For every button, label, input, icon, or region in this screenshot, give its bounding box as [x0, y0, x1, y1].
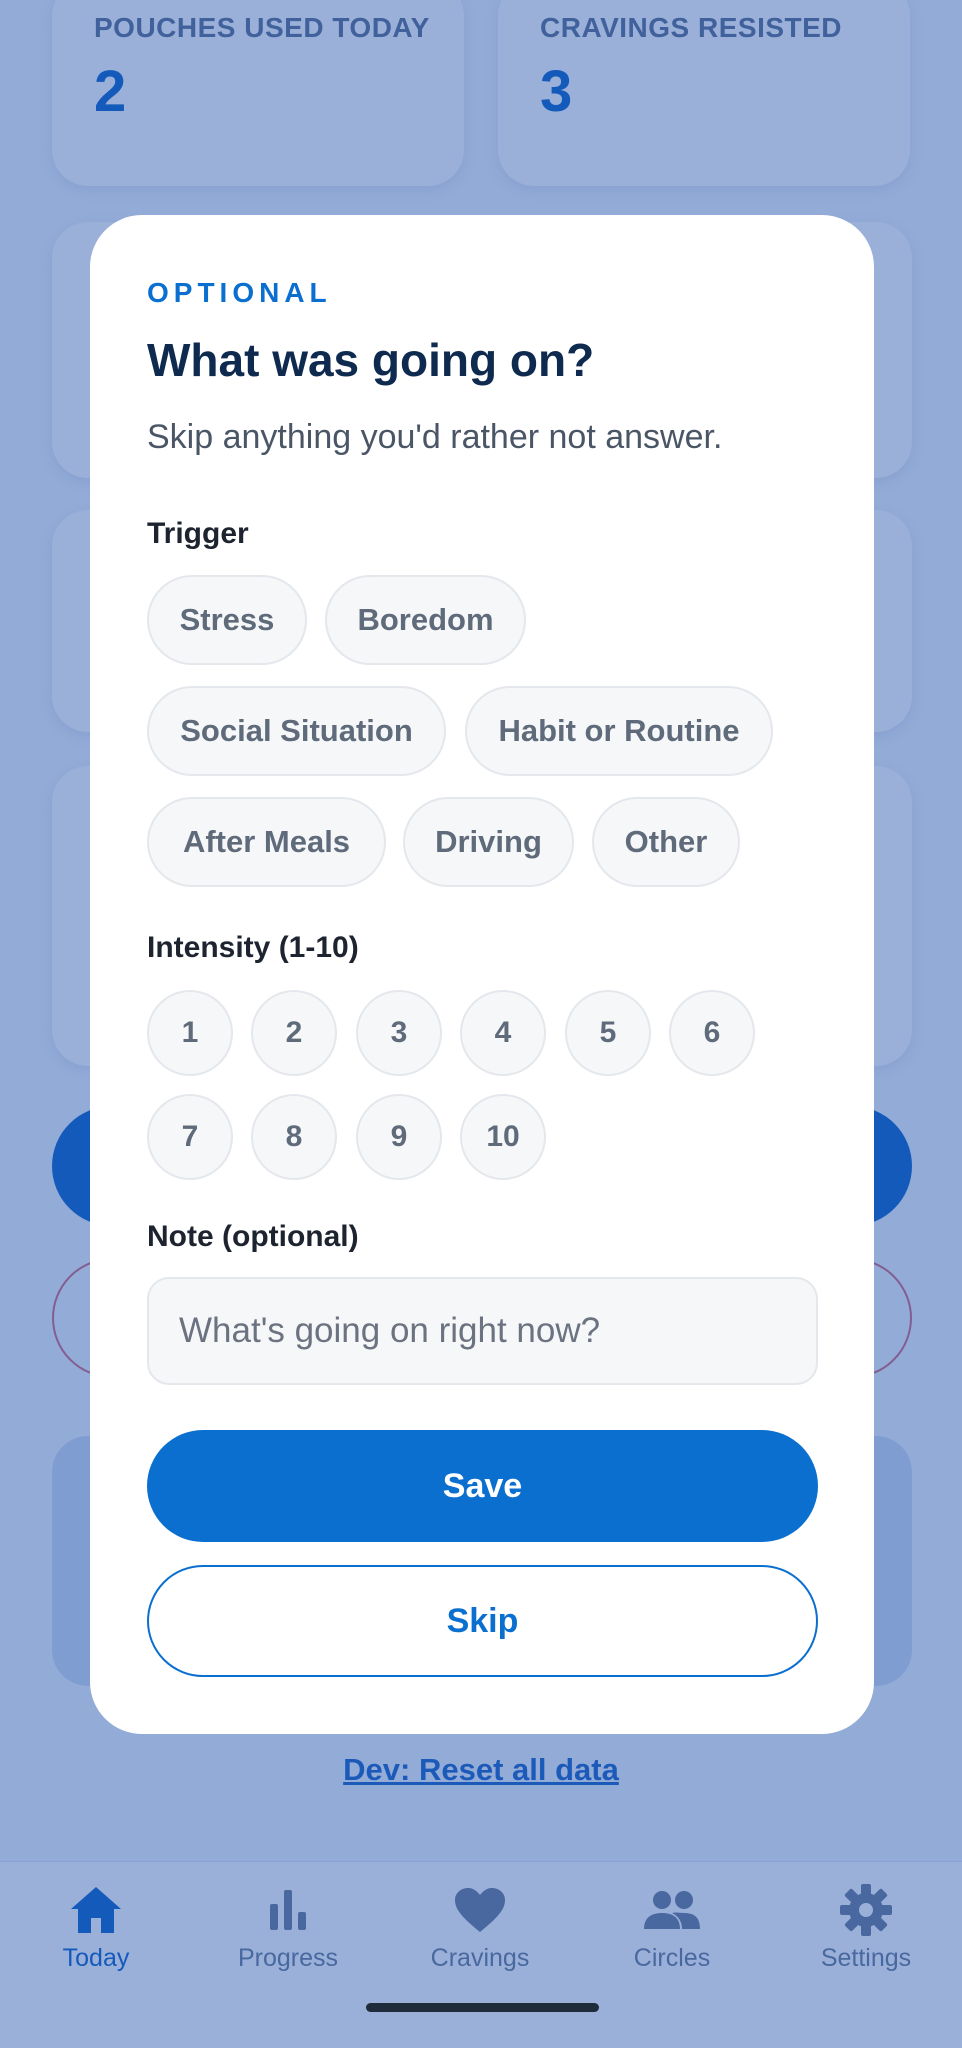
intensity-option-2[interactable]: 2: [251, 990, 337, 1076]
trigger-chip-stress[interactable]: Stress: [147, 575, 307, 665]
modal-subtitle: Skip anything you'd rather not answer.: [147, 418, 723, 456]
intensity-option-7[interactable]: 7: [147, 1094, 233, 1180]
intensity-label: Intensity (1-10): [147, 931, 359, 964]
trigger-chip-driving[interactable]: Driving: [403, 797, 574, 887]
intensity-option-5[interactable]: 5: [565, 990, 651, 1076]
intensity-option-4[interactable]: 4: [460, 990, 546, 1076]
intensity-option-8[interactable]: 8: [251, 1094, 337, 1180]
intensity-option-6[interactable]: 6: [669, 990, 755, 1076]
save-button[interactable]: Save: [147, 1430, 818, 1542]
trigger-chip-social-situation[interactable]: Social Situation: [147, 686, 446, 776]
trigger-chip-boredom[interactable]: Boredom: [325, 575, 526, 665]
modal-eyebrow: OPTIONAL: [147, 277, 332, 308]
intensity-option-1[interactable]: 1: [147, 990, 233, 1076]
note-label: Note (optional): [147, 1220, 359, 1253]
trigger-chip-other[interactable]: Other: [592, 797, 740, 887]
trigger-chip-after-meals[interactable]: After Meals: [147, 797, 386, 887]
note-input[interactable]: [147, 1277, 818, 1385]
trigger-label: Trigger: [147, 517, 249, 550]
craving-details-modal: OPTIONAL What was going on? Skip anythin…: [90, 215, 874, 1734]
skip-button[interactable]: Skip: [147, 1565, 818, 1677]
home-indicator: [366, 2003, 599, 2012]
trigger-chip-habit-or-routine[interactable]: Habit or Routine: [465, 686, 773, 776]
intensity-option-3[interactable]: 3: [356, 990, 442, 1076]
intensity-option-9[interactable]: 9: [356, 1094, 442, 1180]
intensity-option-10[interactable]: 10: [460, 1094, 546, 1180]
modal-title: What was going on?: [147, 334, 595, 386]
